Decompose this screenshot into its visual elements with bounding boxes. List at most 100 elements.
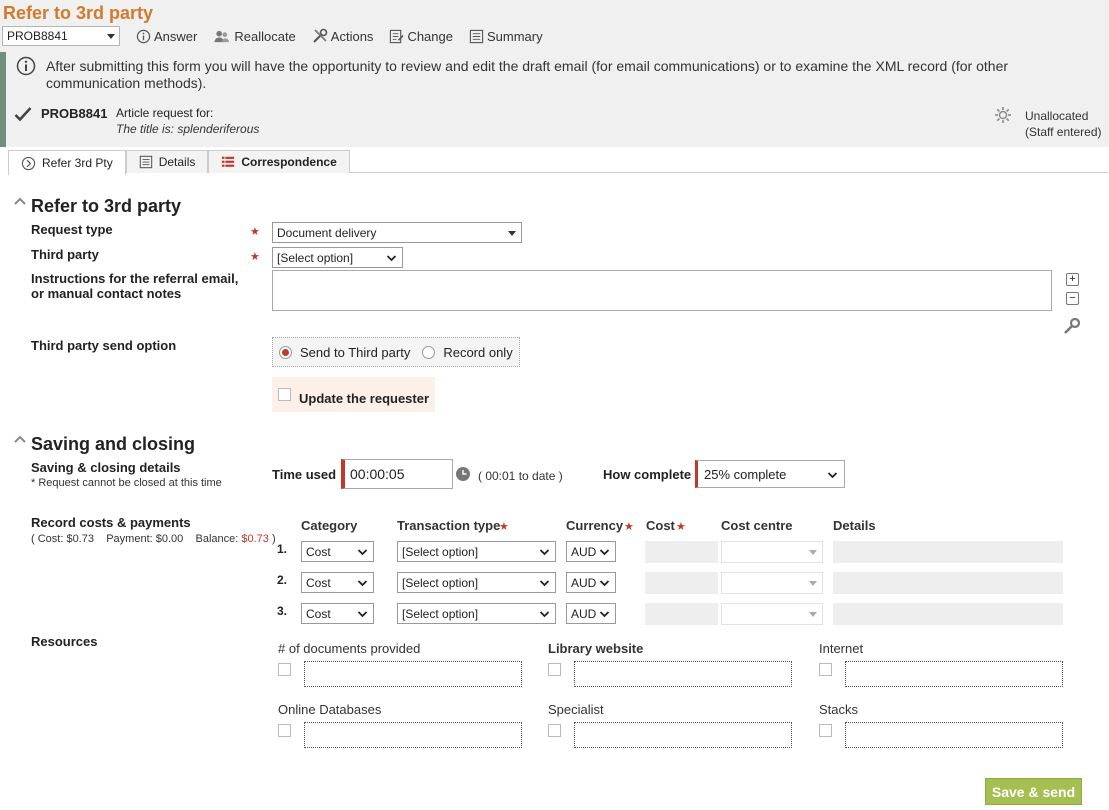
cost-centre-select[interactable] [721, 603, 823, 625]
transaction-type-select[interactable]: [Select option] [397, 603, 556, 624]
summary-button[interactable]: Summary [469, 29, 543, 44]
time-to-date: ( 00:01 to date ) [478, 469, 563, 483]
chevron-down-icon [357, 580, 368, 587]
currency-select[interactable]: AUD [566, 603, 616, 624]
resource-internet-checkbox[interactable] [819, 663, 832, 676]
users-icon [214, 30, 230, 42]
resource-documents-checkbox[interactable] [278, 663, 291, 676]
instructions-textarea[interactable] [272, 270, 1052, 311]
details-input[interactable] [833, 541, 1063, 563]
category-select[interactable]: Cost [301, 541, 374, 562]
resource-online-databases-checkbox[interactable] [278, 724, 291, 737]
section-heading-refer: Refer to 3rd party [31, 196, 182, 216]
send-third-party-radio[interactable] [279, 345, 292, 359]
info-bar [0, 52, 6, 147]
cost-centre-select[interactable] [721, 572, 823, 594]
record-only-radio[interactable] [422, 345, 436, 359]
chevron-down-icon [508, 231, 516, 236]
category-value: Cost [306, 544, 331, 559]
record-costs-label: Record costs & payments [31, 515, 191, 530]
edit-document-icon [390, 29, 405, 43]
chevron-down-icon [599, 549, 610, 556]
transaction-type-value: [Select option] [402, 575, 479, 590]
wrench-icon[interactable] [1063, 317, 1081, 335]
cost-input[interactable] [645, 572, 718, 594]
resource-specialist-input[interactable] [574, 722, 792, 748]
request-type-value: Document delivery [277, 225, 377, 240]
resource-library-website-checkbox[interactable] [548, 663, 561, 676]
resource-stacks-checkbox[interactable] [819, 724, 832, 737]
collapse-minus-icon[interactable]: − [1066, 292, 1079, 305]
third-party-value: [Select option] [277, 250, 354, 265]
actions-button[interactable]: Actions [312, 28, 374, 44]
category-select[interactable]: Cost [301, 572, 374, 593]
cost-input[interactable] [645, 603, 718, 625]
record-select[interactable]: PROB8841 [2, 26, 120, 46]
payment-total: Payment: $0.00 [106, 533, 184, 545]
balance-value: $0.73 [241, 533, 269, 545]
answer-label: Answer [154, 28, 198, 44]
change-button[interactable]: Change [389, 29, 453, 44]
list-icon [139, 155, 152, 169]
update-requester-label: Update the requester [299, 391, 430, 406]
row-number: 3. [277, 604, 288, 618]
details-input[interactable] [833, 603, 1063, 625]
transaction-type-select[interactable]: [Select option] [397, 541, 556, 562]
details-input[interactable] [833, 572, 1063, 594]
transaction-type-select[interactable]: [Select option] [397, 572, 556, 593]
summary-label: Summary [486, 28, 543, 44]
resource-library-website-input[interactable] [574, 661, 792, 687]
currency-select[interactable]: AUD [566, 541, 616, 562]
resource-documents-label: # of documents provided [278, 641, 421, 656]
resource-online-databases-label: Online Databases [278, 702, 382, 717]
request-type-select[interactable]: Document delivery [272, 222, 522, 243]
tab-correspondence[interactable]: Correspondence [208, 150, 350, 173]
section-heading-saving: Saving and closing [31, 434, 196, 454]
tab-bar: Refer 3rd Pty Details Correspondence [8, 150, 350, 175]
time-used-input[interactable]: 00:00:05 [341, 459, 453, 489]
answer-button[interactable]: Answer [136, 29, 197, 44]
send-option-group: Send to Third party Record only [272, 337, 520, 367]
row-number: 2. [277, 573, 288, 587]
summary-icon [469, 29, 484, 43]
required-mark: ★ [250, 226, 260, 238]
status-text: Unallocated (Staff entered) [1025, 108, 1102, 140]
chevron-down-icon [107, 34, 115, 39]
third-party-label: Third party [31, 247, 99, 262]
save-send-button[interactable]: Save & send [985, 778, 1082, 805]
info-circle-icon [136, 29, 151, 43]
how-complete-select[interactable]: 25% complete [695, 460, 845, 488]
problem-title: The title is: splenderiferous [116, 122, 260, 136]
resource-online-databases-input[interactable] [304, 722, 522, 748]
chevron-down-icon [809, 550, 817, 555]
collapse-caret-icon[interactable] [13, 434, 27, 444]
collapse-caret-icon[interactable] [13, 196, 27, 206]
row-number: 1. [277, 542, 288, 556]
record-only-label: Record only [443, 344, 513, 360]
update-requester-checkbox[interactable] [278, 388, 291, 401]
resource-stacks-input[interactable] [845, 722, 1063, 748]
actions-label: Actions [330, 28, 374, 44]
cost-input[interactable] [645, 541, 718, 563]
chevron-down-icon [599, 580, 610, 587]
clock-icon[interactable] [455, 466, 471, 482]
cost-centre-select[interactable] [721, 541, 823, 563]
how-complete-label: How complete [603, 467, 692, 482]
instructions-label: Instructions for the referral email, or … [31, 271, 238, 301]
resource-library-website-label: Library website [548, 641, 644, 656]
currency-select[interactable]: AUD [566, 572, 616, 593]
balance-label: Balance: [195, 533, 239, 545]
category-select[interactable]: Cost [301, 603, 374, 624]
chevron-down-icon [539, 611, 550, 618]
resource-internet-input[interactable] [845, 661, 1063, 687]
resource-documents-input[interactable] [304, 661, 522, 687]
third-party-select[interactable]: [Select option] [272, 247, 403, 268]
tab-refer-3rd-pty[interactable]: Refer 3rd Pty [8, 150, 126, 175]
tab-details[interactable]: Details [125, 150, 209, 173]
reallocate-button[interactable]: Reallocate [213, 29, 296, 44]
resource-specialist-checkbox[interactable] [548, 724, 561, 737]
chevron-right-circle-icon [21, 156, 36, 170]
record-select-value: PROB8841 [7, 29, 68, 43]
expand-plus-icon[interactable]: + [1066, 273, 1079, 286]
tools-icon [313, 28, 328, 43]
